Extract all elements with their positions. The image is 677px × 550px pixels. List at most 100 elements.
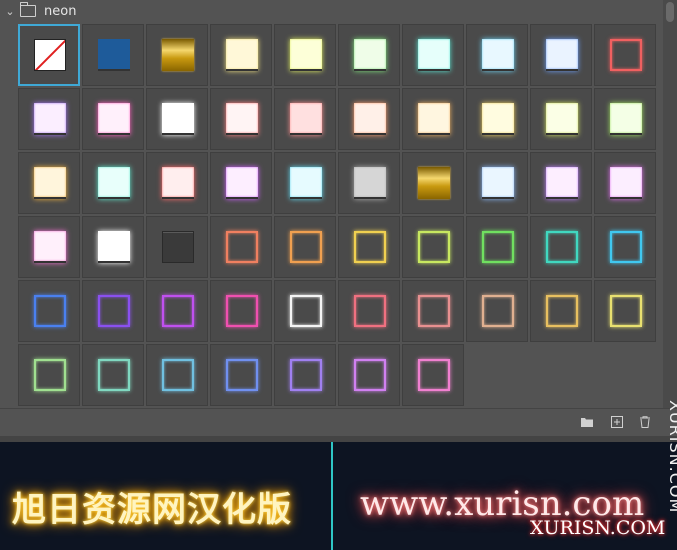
- style-swatch[interactable]: [466, 280, 528, 342]
- style-swatch[interactable]: [274, 344, 336, 406]
- swatch-preview: [162, 231, 194, 263]
- style-swatch[interactable]: [530, 216, 592, 278]
- style-swatch[interactable]: [402, 216, 464, 278]
- style-swatch[interactable]: [18, 280, 80, 342]
- swatch-preview: [226, 359, 258, 391]
- swatch-preview: [226, 231, 258, 263]
- style-swatch[interactable]: [530, 24, 592, 86]
- style-swatch[interactable]: [274, 88, 336, 150]
- style-swatch[interactable]: [594, 24, 656, 86]
- style-swatch[interactable]: [530, 280, 592, 342]
- swatch-preview: [482, 39, 514, 71]
- swatch-preview: [354, 295, 386, 327]
- style-swatch[interactable]: [594, 280, 656, 342]
- style-swatch[interactable]: [210, 88, 272, 150]
- style-swatch[interactable]: [82, 216, 144, 278]
- style-swatch[interactable]: [82, 280, 144, 342]
- swatch-preview: [98, 39, 130, 71]
- style-swatch[interactable]: [338, 344, 400, 406]
- style-swatch[interactable]: [210, 152, 272, 214]
- folder-icon[interactable]: [580, 416, 594, 428]
- style-swatch[interactable]: [82, 344, 144, 406]
- swatch-preview: [98, 231, 130, 263]
- style-swatch[interactable]: [594, 88, 656, 150]
- style-swatch[interactable]: [146, 344, 208, 406]
- style-swatch[interactable]: [466, 152, 528, 214]
- style-swatch[interactable]: [18, 88, 80, 150]
- style-swatch[interactable]: [594, 216, 656, 278]
- group-header[interactable]: ⌄ neon: [0, 0, 663, 22]
- style-swatch[interactable]: [402, 152, 464, 214]
- swatch-preview: [418, 103, 450, 135]
- style-swatch[interactable]: [18, 216, 80, 278]
- style-swatch[interactable]: [338, 280, 400, 342]
- swatch-preview: [34, 167, 66, 199]
- style-swatch[interactable]: [18, 24, 80, 86]
- swatch-preview: [98, 295, 130, 327]
- style-swatch[interactable]: [18, 344, 80, 406]
- style-swatch[interactable]: [210, 24, 272, 86]
- swatch-preview: [34, 103, 66, 135]
- swatch-preview: [98, 167, 130, 199]
- style-swatch[interactable]: [466, 216, 528, 278]
- scrollbar-thumb[interactable]: [666, 2, 674, 22]
- style-swatch[interactable]: [146, 24, 208, 86]
- scrollbar[interactable]: [663, 0, 677, 408]
- style-swatch[interactable]: [82, 24, 144, 86]
- style-swatch[interactable]: [210, 216, 272, 278]
- swatch-preview: [34, 231, 66, 263]
- style-swatch[interactable]: [274, 280, 336, 342]
- swatch-preview: [610, 231, 642, 263]
- swatch-preview: [354, 359, 386, 391]
- swatch-preview: [482, 103, 514, 135]
- style-swatch[interactable]: [338, 152, 400, 214]
- swatch-preview: [354, 39, 386, 71]
- style-swatch[interactable]: [402, 344, 464, 406]
- style-swatch[interactable]: [338, 88, 400, 150]
- style-swatch[interactable]: [146, 216, 208, 278]
- style-swatch[interactable]: [530, 152, 592, 214]
- swatch-preview: [418, 359, 450, 391]
- chevron-down-icon[interactable]: ⌄: [0, 5, 20, 18]
- swatch-preview: [546, 103, 578, 135]
- swatch-preview: [226, 167, 258, 199]
- style-swatch[interactable]: [210, 344, 272, 406]
- style-swatch[interactable]: [530, 88, 592, 150]
- group-name: neon: [44, 3, 77, 19]
- style-swatch[interactable]: [146, 152, 208, 214]
- preview-divider: [331, 442, 333, 550]
- style-swatch[interactable]: [338, 216, 400, 278]
- swatch-preview: [354, 167, 386, 199]
- trash-icon[interactable]: [638, 416, 652, 428]
- style-swatch[interactable]: [274, 216, 336, 278]
- swatch-preview: [162, 359, 194, 391]
- style-swatch[interactable]: [402, 88, 464, 150]
- style-swatch[interactable]: [594, 152, 656, 214]
- style-swatch[interactable]: [146, 88, 208, 150]
- style-swatch[interactable]: [402, 280, 464, 342]
- styles-panel: ⌄ neon: [0, 0, 677, 437]
- style-swatch[interactable]: [82, 152, 144, 214]
- swatch-preview: [354, 231, 386, 263]
- swatch-preview: [290, 167, 322, 199]
- swatch-preview: [354, 103, 386, 135]
- style-swatch[interactable]: [338, 24, 400, 86]
- swatch-preview: [290, 39, 322, 71]
- swatch-preview: [162, 39, 194, 71]
- style-swatch[interactable]: [146, 280, 208, 342]
- swatch-preview: [610, 103, 642, 135]
- style-swatch[interactable]: [274, 24, 336, 86]
- style-swatch[interactable]: [466, 88, 528, 150]
- style-swatch[interactable]: [466, 24, 528, 86]
- swatch-preview: [482, 231, 514, 263]
- style-swatch[interactable]: [274, 152, 336, 214]
- swatch-preview: [418, 167, 450, 199]
- swatch-preview: [482, 167, 514, 199]
- style-swatch[interactable]: [210, 280, 272, 342]
- folder-icon: [20, 2, 36, 17]
- style-swatch[interactable]: [82, 88, 144, 150]
- swatch-preview: [34, 359, 66, 391]
- style-swatch[interactable]: [402, 24, 464, 86]
- style-swatch[interactable]: [18, 152, 80, 214]
- new-style-icon[interactable]: [610, 416, 624, 428]
